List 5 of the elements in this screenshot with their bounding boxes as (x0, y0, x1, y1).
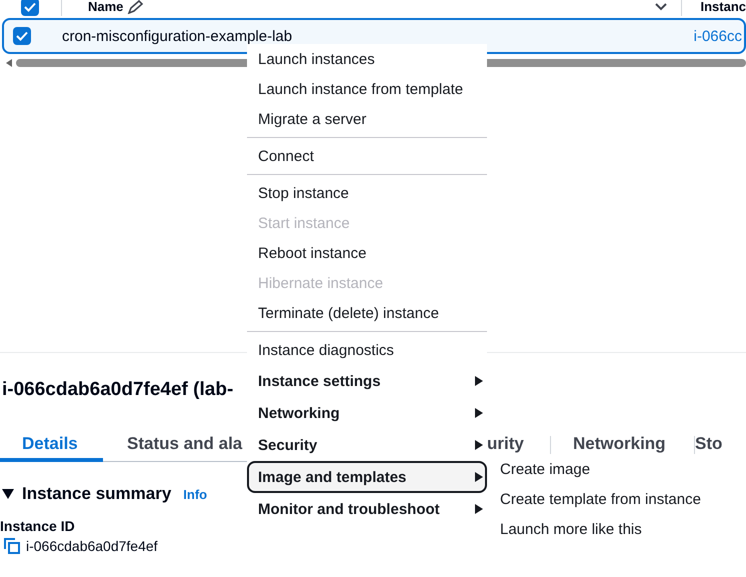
field-value: i-066cdab6a0d7fe4ef (26, 538, 158, 554)
field-label: Instance ID (0, 518, 75, 534)
instance-title: i-066cdab6a0d7fe4ef (lab- (2, 379, 234, 401)
section-title: Instance summary (22, 484, 172, 504)
table-cell: cron-misconfiguration-example-lab (62, 28, 292, 44)
